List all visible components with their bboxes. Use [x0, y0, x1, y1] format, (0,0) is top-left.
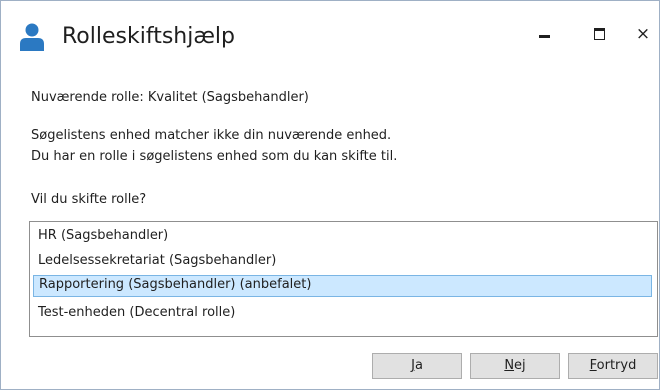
- role-item-ledelsessekretariat[interactable]: Ledelsessekretariat (Sagsbehandler): [33, 251, 652, 271]
- close-icon: ×: [635, 23, 651, 44]
- message-line-2: Du har en rolle i søgelistens enhed som …: [31, 149, 398, 164]
- cancel-label: ortryd: [596, 358, 637, 373]
- window-title: Rolleskiftshjælp: [62, 24, 236, 49]
- user-icon: [20, 23, 44, 51]
- no-button[interactable]: Nej: [470, 353, 560, 379]
- role-switch-dialog: Rolleskiftshjælp × Nuværende rolle: Kval…: [0, 0, 660, 390]
- title-bar[interactable]: Rolleskiftshjælp ×: [1, 1, 659, 63]
- minimize-icon: [538, 34, 550, 38]
- maximize-icon: [593, 28, 605, 40]
- no-label: ej: [514, 358, 526, 373]
- close-button[interactable]: ×: [625, 19, 660, 49]
- switch-role-question: Vil du skifte rolle?: [31, 192, 147, 207]
- role-list[interactable]: HR (Sagsbehandler) Ledelsessekretariat (…: [29, 221, 658, 337]
- yes-button[interactable]: Ja: [372, 353, 462, 379]
- role-item-hr[interactable]: HR (Sagsbehandler): [33, 226, 652, 246]
- current-role-label: Nuværende rolle: Kvalitet (Sagsbehandler…: [31, 90, 309, 105]
- no-mnemonic: N: [504, 358, 515, 373]
- message-line-1: Søgelistens enhed matcher ikke din nuvær…: [31, 128, 392, 143]
- cancel-mnemonic: F: [589, 358, 597, 373]
- cancel-button[interactable]: Fortryd: [568, 353, 658, 379]
- maximize-button[interactable]: [581, 19, 617, 49]
- role-item-test-enheden[interactable]: Test-enheden (Decentral rolle): [33, 303, 652, 323]
- yes-label: a: [414, 358, 423, 373]
- minimize-button[interactable]: [526, 19, 562, 49]
- role-item-rapportering[interactable]: Rapportering (Sagsbehandler) (anbefalet): [33, 275, 652, 297]
